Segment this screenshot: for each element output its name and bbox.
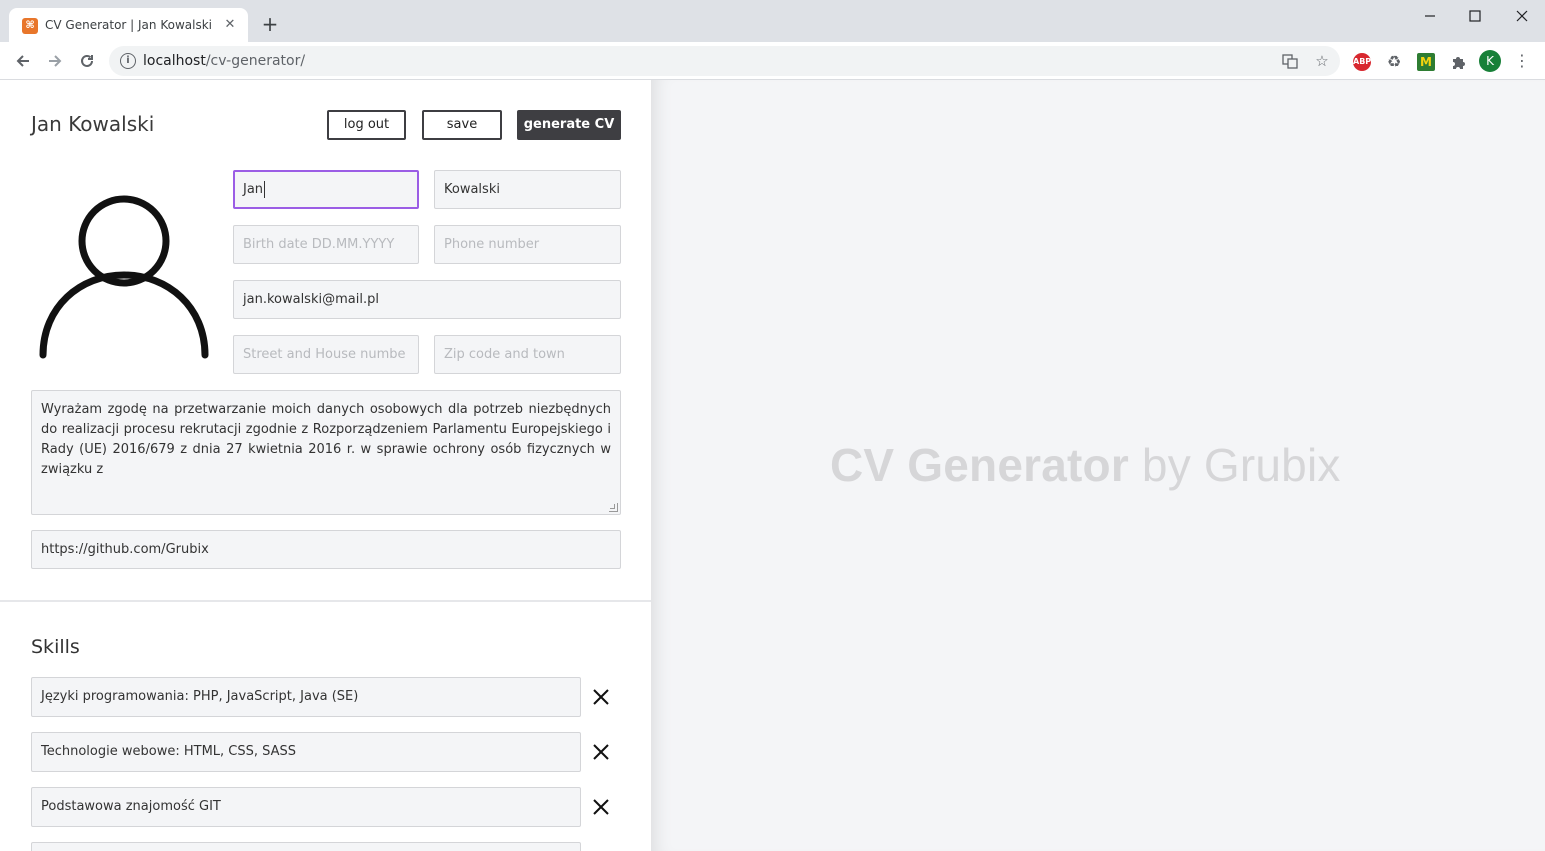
back-icon[interactable]	[13, 51, 33, 71]
browser-toolbar: i localhost/cv-generator/ ☆ ABP ♻ M K ⋮	[0, 42, 1545, 80]
app: Jan Kowalski log out save generate CV Ja…	[0, 80, 1545, 851]
profile-avatar[interactable]: K	[1479, 50, 1501, 72]
browser-tab-strip: ⌘ CV Generator | Jan Kowalski ✕ +	[0, 0, 1545, 42]
puzzle-icon[interactable]	[1449, 53, 1467, 71]
last-name-field[interactable]: Kowalski	[434, 170, 621, 209]
street-field[interactable]: Street and House numbe	[233, 335, 419, 374]
phone-field[interactable]: Phone number	[434, 225, 621, 264]
close-icon[interactable]	[591, 742, 611, 762]
save-button[interactable]: save	[422, 110, 502, 140]
birth-date-field[interactable]: Birth date DD.MM.YYYY	[233, 225, 419, 264]
menu-kebab-icon[interactable]: ⋮	[1512, 51, 1532, 71]
favicon-icon: ⌘	[22, 18, 38, 34]
browser-tab[interactable]: ⌘ CV Generator | Jan Kowalski ✕	[9, 8, 248, 42]
page-title: Jan Kowalski	[31, 112, 155, 136]
github-field[interactable]: https://github.com/Grubix	[31, 530, 621, 569]
first-name-field[interactable]: Jan	[233, 170, 419, 209]
skill-field[interactable]: Języki programowania: PHP, JavaScript, J…	[31, 677, 581, 717]
skill-row: Technologie webowe: HTML, CSS, SASS	[31, 732, 621, 772]
translate-icon[interactable]	[1281, 52, 1299, 70]
window-close-icon[interactable]	[1512, 6, 1532, 26]
generate-cv-button[interactable]: generate CV	[517, 110, 621, 140]
skill-row: Języki programowania: PHP, JavaScript, J…	[31, 677, 621, 717]
reload-icon[interactable]	[77, 51, 97, 71]
close-icon[interactable]	[591, 797, 611, 817]
consent-textarea[interactable]: Wyrażam zgodę na przetwarzanie moich dan…	[31, 390, 621, 515]
section-divider	[0, 600, 651, 602]
email-field[interactable]: jan.kowalski@mail.pl	[233, 280, 621, 319]
close-icon[interactable]	[591, 687, 611, 707]
window-maximize-icon[interactable]	[1465, 6, 1485, 26]
tab-title: CV Generator | Jan Kowalski	[45, 18, 212, 32]
skill-field[interactable]	[31, 842, 581, 851]
info-icon[interactable]: i	[120, 53, 136, 69]
text-caret	[264, 181, 266, 198]
avatar-placeholder-icon[interactable]	[38, 185, 210, 365]
m-extension-icon[interactable]: M	[1417, 53, 1435, 71]
editor-panel: Jan Kowalski log out save generate CV Ja…	[0, 80, 651, 851]
consent-text: Wyrażam zgodę na przetwarzanie moich dan…	[41, 402, 611, 477]
skill-field[interactable]: Podstawowa znajomość GIT	[31, 787, 581, 827]
address-bar[interactable]: i localhost/cv-generator/ ☆	[109, 46, 1340, 76]
star-icon[interactable]: ☆	[1313, 52, 1331, 70]
resize-handle[interactable]	[609, 503, 618, 512]
url-text: localhost/cv-generator/	[143, 53, 306, 69]
recycle-extension-icon[interactable]: ♻	[1385, 53, 1403, 71]
brand-watermark: CV Generator by Grubix	[830, 439, 1341, 491]
window-minimize-icon[interactable]	[1420, 6, 1440, 26]
skill-row: Podstawowa znajomość GIT	[31, 787, 621, 827]
forward-icon[interactable]	[45, 51, 65, 71]
tab-close-icon[interactable]: ✕	[222, 17, 238, 33]
skills-heading: Skills	[31, 636, 80, 658]
new-tab-icon[interactable]: +	[260, 14, 280, 34]
zip-town-field[interactable]: Zip code and town	[434, 335, 621, 374]
adblock-extension-icon[interactable]: ABP	[1353, 53, 1371, 71]
logout-button[interactable]: log out	[327, 110, 406, 140]
skill-row	[31, 842, 621, 851]
cv-preview-panel: CV Generator by Grubix	[651, 80, 1545, 851]
skill-field[interactable]: Technologie webowe: HTML, CSS, SASS	[31, 732, 581, 772]
